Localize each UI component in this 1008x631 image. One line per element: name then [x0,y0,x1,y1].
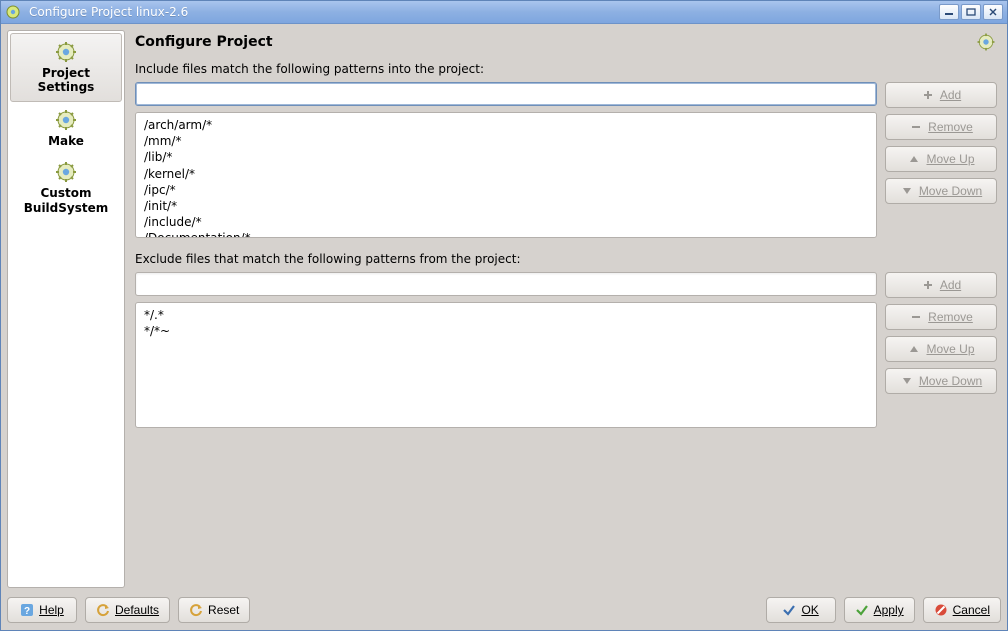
maximize-button[interactable] [961,4,981,20]
gear-icon [52,40,80,64]
defaults-button[interactable]: Defaults [85,597,170,623]
sidebar: Project Settings Make Custom BuildSystem [7,30,125,588]
help-icon: ? [20,603,34,617]
move-down-button[interactable]: Move Down [885,178,997,204]
cancel-button[interactable]: Cancel [923,597,1001,623]
move-up-button[interactable]: Move Up [885,146,997,172]
window-title: Configure Project linux-2.6 [29,5,937,19]
help-button[interactable]: ?Help [7,597,77,623]
sidebar-item-label: Project Settings [13,66,119,95]
cancel-icon [934,603,948,617]
move-down-button[interactable]: Move Down [885,368,997,394]
minus-icon [909,120,923,134]
exclude-block: */.* */*~ Add Remove Move Up Move Down [135,272,997,428]
add-button[interactable]: Add [885,272,997,298]
sidebar-item-make[interactable]: Make [10,102,122,154]
header-row: Configure Project [135,32,997,52]
minimize-button[interactable] [939,4,959,20]
main-panel: Configure Project Include files match th… [129,30,1001,588]
content-row: Project Settings Make Custom BuildSystem [7,30,1001,588]
sidebar-item-label: Custom BuildSystem [12,186,120,215]
remove-button[interactable]: Remove [885,114,997,140]
exclude-label: Exclude files that match the following p… [135,252,997,266]
client-area: Project Settings Make Custom BuildSystem [1,24,1007,630]
window-root: Configure Project linux-2.6 Project Sett… [0,0,1008,631]
minus-icon [909,310,923,324]
triangle-up-icon [907,342,921,356]
triangle-down-icon [900,374,914,388]
include-pattern-input[interactable] [135,82,877,106]
check-icon [855,603,869,617]
plus-icon [921,88,935,102]
exclude-pattern-input[interactable] [135,272,877,296]
page-title: Configure Project [135,34,975,50]
titlebar[interactable]: Configure Project linux-2.6 [1,1,1007,24]
plus-icon [921,278,935,292]
apply-button[interactable]: Apply [844,597,915,623]
sidebar-item-project-settings[interactable]: Project Settings [10,33,122,102]
check-icon [782,603,796,617]
defaults-icon [96,603,110,617]
svg-text:?: ? [24,606,30,617]
ok-button[interactable]: OK [766,597,836,623]
reset-icon [189,603,203,617]
move-up-button[interactable]: Move Up [885,336,997,362]
close-button[interactable] [983,4,1003,20]
include-pattern-list[interactable]: /arch/arm/* /mm/* /lib/* /kernel/* /ipc/… [135,112,877,238]
gear-icon [52,108,80,132]
add-button[interactable]: Add [885,82,997,108]
sidebar-item-label: Make [48,134,84,148]
include-label: Include files match the following patter… [135,62,997,76]
triangle-down-icon [900,184,914,198]
reset-button[interactable]: Reset [178,597,250,623]
footer: ?Help Defaults Reset OK Apply Cancel [7,588,1001,624]
exclude-pattern-list[interactable]: */.* */*~ [135,302,877,428]
triangle-up-icon [907,152,921,166]
app-icon [5,4,21,20]
gear-icon [975,32,997,52]
gear-icon [52,160,80,184]
sidebar-item-custom-buildsystem[interactable]: Custom BuildSystem [10,154,122,221]
remove-button[interactable]: Remove [885,304,997,330]
include-block: /arch/arm/* /mm/* /lib/* /kernel/* /ipc/… [135,82,997,238]
